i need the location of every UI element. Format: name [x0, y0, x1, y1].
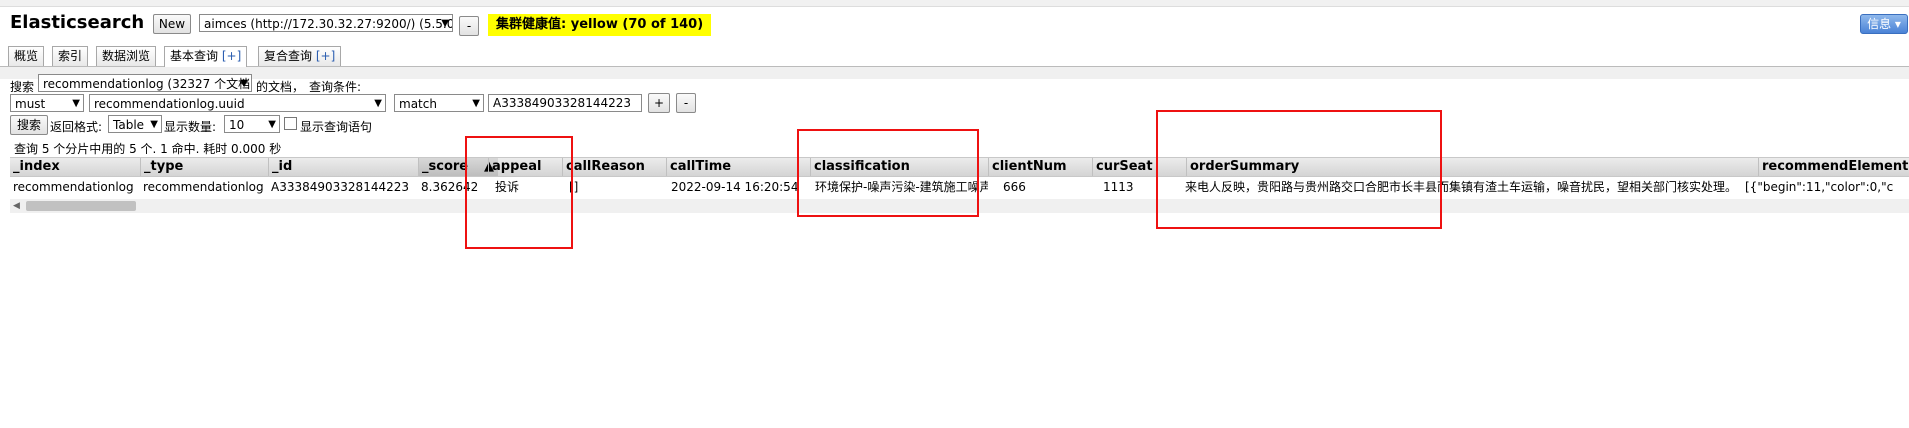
format-label: 返回格式:: [50, 120, 103, 134]
index-select-value: recommendationlog (32327 个文档): [43, 77, 252, 91]
tab-overview[interactable]: 概览: [8, 46, 45, 66]
browser-top-strip: [0, 0, 1909, 7]
count-select-value: 10: [229, 118, 245, 132]
column-header-recommendelements[interactable]: recommendElements: [1758, 158, 1909, 176]
show-query-label: 显示查询语句: [300, 120, 373, 134]
field-select[interactable]: recommendationlog.uuid ▼: [89, 94, 386, 112]
remove-condition-button[interactable]: -: [676, 93, 696, 113]
cluster-health-badge: 集群健康值: yellow (70 of 140): [488, 14, 712, 36]
docs-label: 的文档，: [256, 80, 305, 94]
query-value-input[interactable]: A33384903328144223: [488, 94, 642, 112]
format-select[interactable]: Table ▼: [108, 115, 162, 133]
condition-label: 查询条件:: [309, 80, 362, 94]
format-select-value: Table: [113, 118, 145, 132]
column-header-index[interactable]: _index: [10, 158, 140, 176]
app-title: Elasticsearch: [10, 12, 145, 33]
column-header-id[interactable]: _id: [268, 158, 418, 176]
result-summary: 查询 5 个分片中用的 5 个. 1 命中. 耗时 0.000 秒: [14, 142, 282, 156]
tab-indices[interactable]: 索引: [52, 46, 89, 66]
column-header-type[interactable]: _type: [140, 158, 268, 176]
column-header-classification[interactable]: classification: [810, 158, 988, 176]
tab-compound-query-plus[interactable]: [+]: [316, 49, 335, 63]
column-header-clientnum[interactable]: clientNum: [988, 158, 1092, 176]
header-bar: Elasticsearch New aimces (http://172.30.…: [0, 8, 1909, 42]
scroll-left-icon[interactable]: ◀: [13, 199, 20, 213]
connection-select[interactable]: aimces (http://172.30.32.27:9200/) (5.5.…: [199, 14, 453, 32]
tab-browser[interactable]: 数据浏览: [96, 46, 157, 66]
cell-clientnum: 666: [1003, 180, 1026, 194]
tab-compound-query[interactable]: 复合查询 [+]: [258, 46, 342, 66]
field-select-value: recommendationlog.uuid: [94, 97, 245, 111]
info-menu-button[interactable]: 信息 ▾: [1860, 14, 1908, 34]
chevron-down-icon: ▼: [72, 98, 80, 109]
column-header-score-label: _score: [422, 159, 469, 174]
add-condition-button[interactable]: +: [648, 93, 670, 113]
tab-bar: 概览 索引 数据浏览 基本查询 [+] 复合查询 [+]: [0, 44, 1909, 67]
results-table-header: _index _type _id _score ▲ appeal callRea…: [10, 157, 1909, 177]
index-select[interactable]: recommendationlog (32327 个文档) ▼: [38, 74, 252, 92]
horizontal-scrollbar[interactable]: ◀: [10, 199, 1909, 213]
cell-id: A33384903328144223: [271, 180, 409, 194]
column-header-score[interactable]: _score ▲: [418, 158, 498, 176]
cell-curseat: 1113: [1103, 180, 1134, 194]
tab-basic-query-plus[interactable]: [+]: [222, 49, 241, 63]
chevron-down-icon: ▼: [472, 98, 480, 109]
chevron-down-icon: ▼: [268, 119, 276, 130]
column-header-ordersummary[interactable]: orderSummary: [1186, 158, 1758, 176]
show-query-checkbox[interactable]: [284, 117, 297, 130]
new-button[interactable]: New: [153, 14, 191, 34]
chevron-down-icon: ▼: [150, 119, 158, 130]
column-header-appeal[interactable]: appeal: [488, 158, 562, 176]
cell-classification: 环境保护-噪声污染-建筑施工噪声: [815, 180, 988, 194]
bool-select-value: must: [15, 97, 46, 111]
cell-recommendelements: [{"begin":11,"color":0,"c: [1745, 180, 1894, 194]
cell-callreason: []: [569, 180, 579, 194]
bool-select[interactable]: must ▼: [10, 94, 84, 112]
chevron-down-icon: ▼: [240, 78, 248, 89]
disconnect-button[interactable]: -: [459, 16, 479, 36]
scrollbar-thumb[interactable]: [26, 201, 136, 211]
chevron-down-icon: ▼: [374, 98, 382, 109]
count-select[interactable]: 10 ▼: [224, 115, 280, 133]
tab-compound-query-label: 复合查询: [264, 49, 313, 63]
cell-type: recommendationlog: [143, 180, 264, 194]
match-select-value: match: [399, 97, 437, 111]
cell-ordersummary: 来电人反映，贵阳路与贵州路交口合肥市长丰县而集镇有渣土车运输，噪音扰民，望相关部…: [1185, 180, 1738, 194]
column-header-curseat[interactable]: curSeat: [1092, 158, 1186, 176]
chevron-down-icon: ▼: [441, 18, 449, 29]
connection-select-value: aimces (http://172.30.32.27:9200/) (5.5.…: [204, 17, 453, 31]
cell-calltime: 2022-09-14 16:20:54: [671, 180, 799, 194]
search-label: 搜索: [10, 80, 35, 94]
column-header-callreason[interactable]: callReason: [562, 158, 666, 176]
cell-index: recommendationlog: [13, 180, 134, 194]
cell-score: 8.362642: [421, 180, 479, 194]
count-label: 显示数量:: [164, 120, 217, 134]
tab-basic-query[interactable]: 基本查询 [+]: [164, 46, 248, 67]
column-header-calltime[interactable]: callTime: [666, 158, 810, 176]
match-select[interactable]: match ▼: [394, 94, 484, 112]
cell-appeal: 投诉: [495, 180, 520, 194]
search-button[interactable]: 搜索: [10, 115, 48, 135]
tab-basic-query-label: 基本查询: [170, 49, 219, 63]
